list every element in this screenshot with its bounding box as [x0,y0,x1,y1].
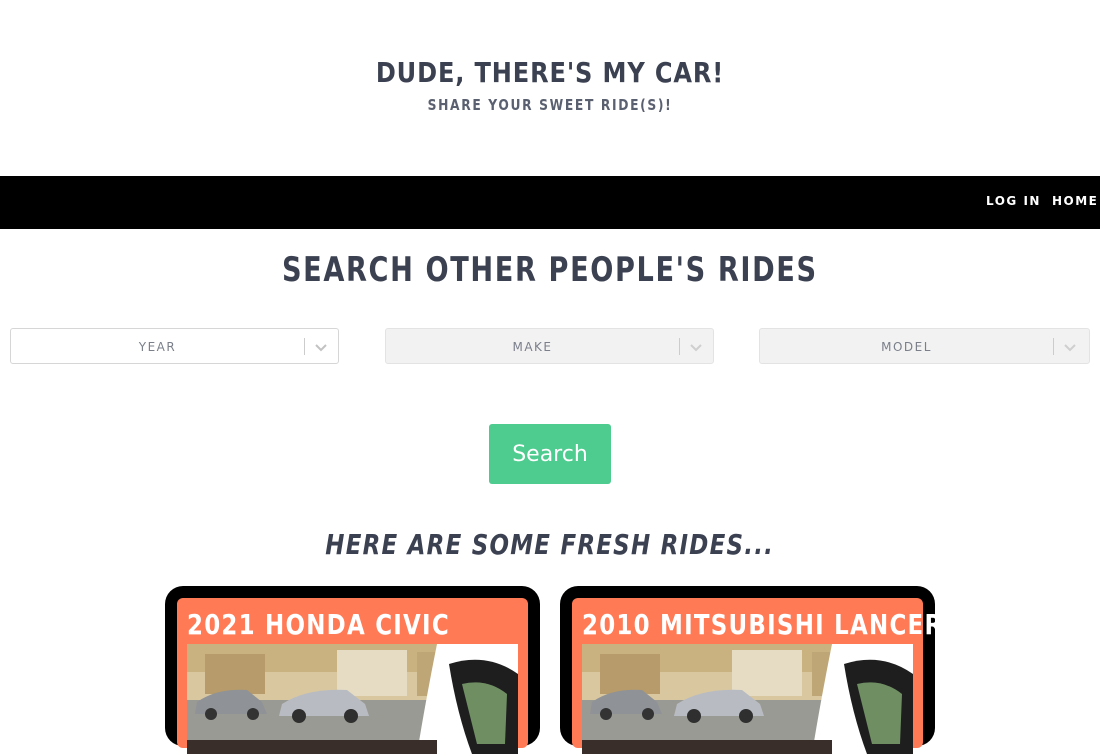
select-separator [304,338,305,355]
nav-home-link[interactable]: Home [1052,194,1098,208]
model-select-placeholder: Model [881,340,932,354]
year-select-placeholder: Year [138,340,177,354]
model-select[interactable]: Model [759,328,1090,364]
ride-card-title[interactable]: 2010 Mitsubishi Lancer [582,608,942,641]
make-select[interactable]: Make [385,328,714,364]
site-subtitle: Share your sweet ride(s)! [427,96,673,114]
select-separator [679,338,680,355]
ride-card[interactable]: 2010 Mitsubishi Lancer [560,586,942,754]
search-heading-container: Search Other People's Rides [0,250,1100,290]
ride-card-title[interactable]: 2021 Honda Civic [187,608,466,641]
fresh-rides-heading: Here are some fresh rides... [325,528,775,561]
fresh-heading-container: Here are some fresh rides... [0,528,1100,561]
ride-card-body: 2010 Mitsubishi Lancer [572,598,942,754]
select-separator [1053,338,1054,355]
ride-card[interactable]: 2021 Honda Civic [165,586,540,754]
navbar: Log in Home [0,176,1100,229]
chevron-down-icon[interactable] [689,340,703,354]
search-button[interactable]: Search [489,424,611,484]
year-select[interactable]: Year [10,328,339,364]
site-header: Dude, there's my car! Share your sweet r… [0,0,1100,176]
site-title: Dude, there's my car! [375,56,725,89]
car-photo-image[interactable] [187,644,518,754]
make-select-placeholder: Make [512,340,553,354]
nav-login-link[interactable]: Log in [986,194,1041,208]
search-heading: Search Other People's Rides [282,250,818,290]
car-photo-image[interactable] [582,644,913,754]
chevron-down-icon[interactable] [1063,340,1077,354]
ride-card-body: 2021 Honda Civic [177,598,528,754]
chevron-down-icon[interactable] [314,340,328,354]
